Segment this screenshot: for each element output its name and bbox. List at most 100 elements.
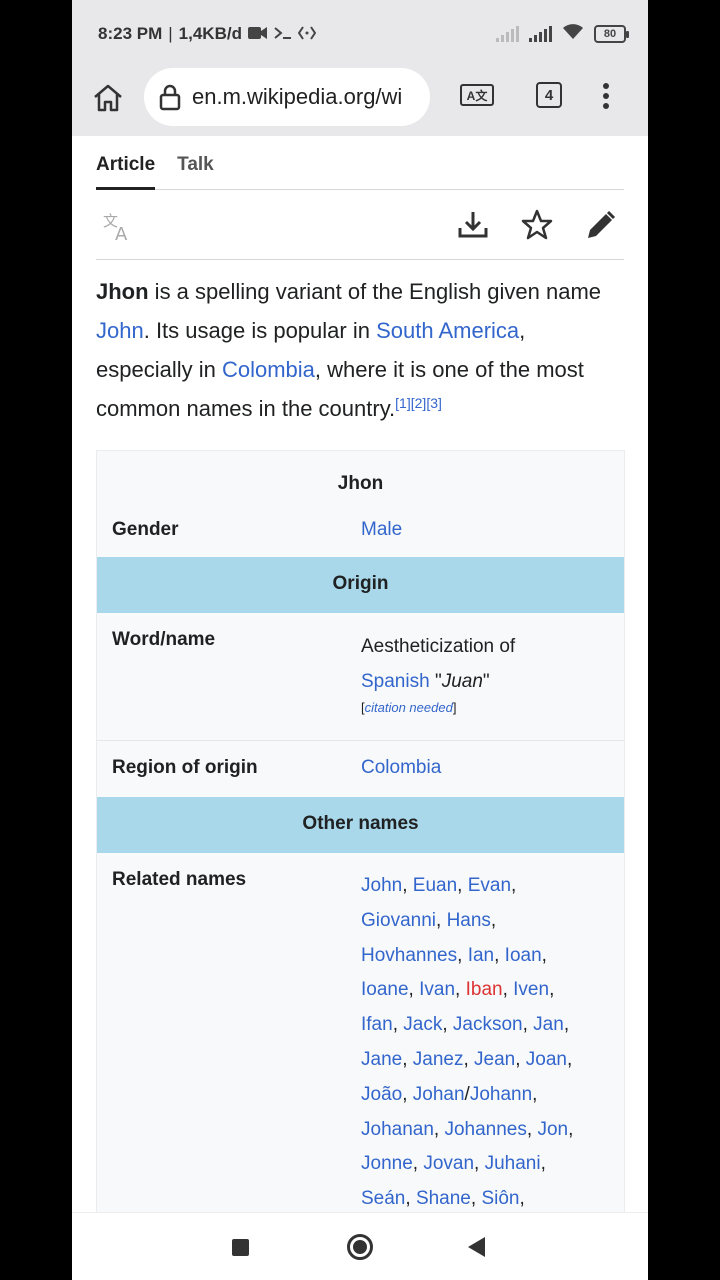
related-name-link[interactable]: Joan	[526, 1049, 567, 1070]
language-icon[interactable]: 文A	[102, 210, 134, 245]
status-left: 8:23 PM | 1,4KB/d	[98, 24, 317, 44]
separator-text: ,	[433, 1118, 445, 1140]
related-label: Related names	[112, 869, 247, 890]
separator-text: ,	[563, 1014, 570, 1036]
home-button[interactable]	[90, 80, 126, 116]
separator-text: ,	[402, 1083, 413, 1105]
link-spanish[interactable]: Spanish	[361, 671, 430, 692]
quote-close: "	[482, 671, 490, 692]
separator-text: ,	[412, 1153, 424, 1175]
word-text: Aestheticization of	[361, 636, 516, 657]
separator-text: ,	[455, 979, 466, 1001]
separator-text: ,	[515, 1048, 526, 1070]
infobox-row-gender: Gender Male	[97, 505, 624, 557]
tab-article[interactable]: Article	[96, 140, 156, 190]
related-name-link[interactable]: Jan	[533, 1014, 564, 1035]
related-name-link[interactable]: Ioane	[361, 979, 409, 1000]
tab-talk[interactable]: Talk	[177, 140, 214, 190]
related-name-link[interactable]: Jackson	[453, 1014, 523, 1035]
recents-button[interactable]	[232, 1239, 249, 1256]
wifi-icon	[562, 22, 584, 45]
related-name-link[interactable]: Ifan	[361, 1014, 393, 1035]
related-name-link[interactable]: Seán	[361, 1188, 405, 1209]
related-name-link[interactable]: Hovhannes	[361, 945, 457, 966]
related-names-line: Johanan, Johannes, Jon,	[361, 1113, 611, 1148]
intro-text-2: . Its usage is popular in	[143, 318, 377, 343]
related-name-link[interactable]: Juhani	[485, 1153, 541, 1174]
related-names-line: Jane, Janez, Jean, Joan,	[361, 1043, 611, 1078]
related-name-link[interactable]: Euan	[413, 875, 457, 896]
related-name-link[interactable]: Ian	[468, 945, 494, 966]
url-text: en.m.wikipedia.org/wi	[192, 84, 403, 109]
link-john[interactable]: John	[96, 318, 144, 343]
back-button[interactable]	[468, 1237, 485, 1257]
home-nav-button[interactable]	[347, 1234, 373, 1260]
overflow-menu-button[interactable]	[596, 80, 616, 112]
related-name-link[interactable]: Hans	[447, 910, 491, 931]
gender-value-link[interactable]: Male	[361, 519, 402, 540]
related-name-link[interactable]: Janez	[413, 1049, 464, 1070]
address-bar[interactable]: en.m.wikipedia.org/wi	[144, 68, 430, 126]
related-name-link[interactable]: Evan	[468, 875, 511, 896]
clock: 8:23 PM	[98, 24, 163, 43]
related-name-link[interactable]: Jane	[361, 1049, 402, 1070]
related-name-link[interactable]: João	[361, 1084, 402, 1105]
separator: |	[168, 24, 173, 43]
related-name-link[interactable]: Ioan	[505, 945, 542, 966]
svg-text:A: A	[115, 224, 128, 242]
related-name-link[interactable]: Ivan	[419, 979, 455, 1000]
ref-2[interactable]: [2]	[411, 395, 427, 411]
separator-text: ,	[502, 979, 514, 1001]
tab-switcher-button[interactable]: 4	[536, 82, 562, 108]
separator-text: ,	[522, 1014, 534, 1036]
separator-text: ,	[490, 909, 497, 931]
related-name-link[interactable]: Johann	[470, 1084, 532, 1105]
related-name-link[interactable]: John	[361, 875, 402, 896]
separator-text: ,	[408, 979, 420, 1001]
signal-2-icon	[529, 25, 552, 42]
related-name-redlink[interactable]: Iban	[466, 979, 503, 1000]
download-icon[interactable]	[456, 208, 490, 242]
link-south-america[interactable]: South America	[376, 318, 519, 343]
separator-text: ,	[463, 1048, 475, 1070]
link-colombia[interactable]: Colombia	[222, 357, 315, 382]
word-label: Word/name	[112, 629, 216, 650]
separator-text: ,	[532, 1083, 538, 1105]
related-name-link[interactable]: Jonne	[361, 1153, 413, 1174]
article-subject: Jhon	[96, 279, 149, 304]
related-name-link[interactable]: Shane	[416, 1188, 471, 1209]
star-icon[interactable]	[520, 208, 554, 242]
page-actions: 文A	[96, 200, 624, 260]
translate-button[interactable]: A文	[460, 84, 494, 106]
separator-text: ,	[436, 909, 447, 931]
related-name-link[interactable]: Iven	[513, 979, 549, 1000]
related-names-line: Hovhannes, Ian, Ioan,	[361, 939, 611, 974]
separator-text: ,	[474, 1153, 485, 1175]
ref-3[interactable]: [3]	[426, 395, 442, 411]
related-name-link[interactable]: Johan	[413, 1084, 465, 1105]
infobox-row-word: Word/name Aestheticization of Spanish "J…	[97, 613, 624, 741]
separator-text: ,	[457, 944, 468, 966]
related-name-link[interactable]: Siôn	[481, 1188, 519, 1209]
related-names-line: Ioane, Ivan, Iban, Iven,	[361, 973, 611, 1008]
battery-level: 80	[603, 27, 617, 40]
infobox-row-region: Region of origin Colombia	[97, 741, 624, 797]
related-name-link[interactable]: Johanan	[361, 1119, 434, 1140]
link-region-colombia[interactable]: Colombia	[361, 757, 441, 778]
related-name-link[interactable]: Jean	[474, 1049, 515, 1070]
citation-needed-link[interactable]: citation needed	[365, 700, 453, 715]
infobox-title: Jhon	[337, 473, 384, 494]
separator-text: ,	[457, 875, 468, 896]
related-name-link[interactable]: Jon	[537, 1119, 568, 1140]
infobox: Jhon Gender Male Origin Word/name Aesthe…	[96, 450, 625, 1238]
ref-1[interactable]: [1]	[395, 395, 411, 411]
system-nav-bar	[72, 1212, 648, 1280]
separator-text: ,	[442, 1014, 453, 1036]
related-name-link[interactable]: Jovan	[423, 1153, 474, 1174]
edit-pencil-icon[interactable]	[584, 208, 618, 242]
related-names-line: João, Johan/Johann,	[361, 1078, 611, 1113]
quote-open: "	[429, 671, 442, 692]
related-name-link[interactable]: Jack	[403, 1014, 442, 1035]
related-name-link[interactable]: Johannes	[444, 1119, 526, 1140]
related-name-link[interactable]: Giovanni	[361, 910, 436, 931]
